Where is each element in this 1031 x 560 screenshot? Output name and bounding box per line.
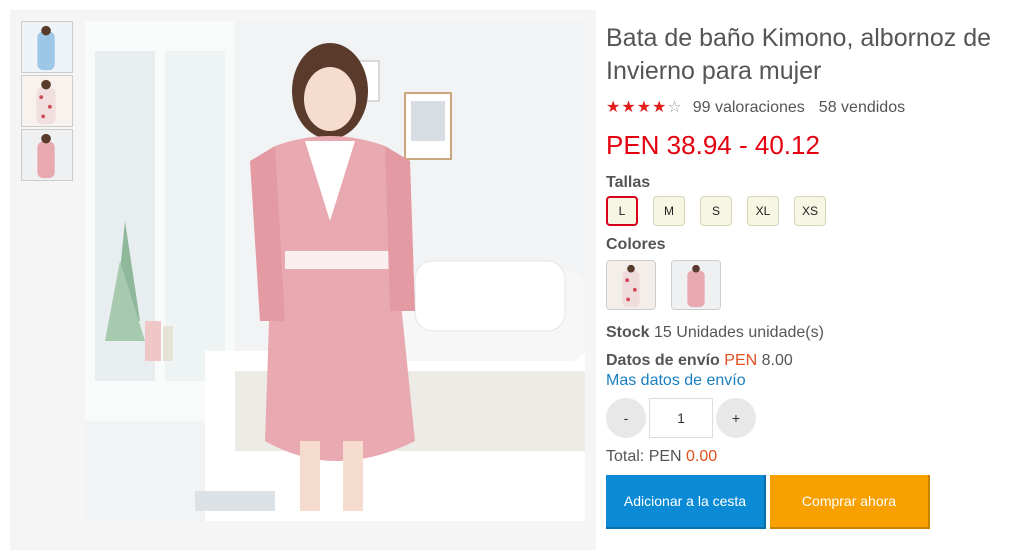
- stock-info: Stock 15 Unidades unidade(s): [606, 324, 1026, 342]
- color-swatch-pink[interactable]: [671, 260, 721, 310]
- size-option-m[interactable]: M: [653, 196, 685, 226]
- more-shipping-link[interactable]: Mas datos de envío: [606, 372, 1026, 390]
- colors-label: Colores: [606, 236, 666, 253]
- color-options: [606, 260, 1026, 310]
- thumbnail-2[interactable]: [21, 75, 73, 127]
- buy-now-button[interactable]: Comprar ahora: [770, 475, 930, 529]
- star-filled-icon: ★: [621, 99, 636, 116]
- product-gallery: [10, 10, 596, 550]
- sold-count: 58 vendidos: [818, 99, 906, 116]
- product-price: PEN 38.94 - 40.12: [606, 130, 820, 160]
- quantity-decrease-button[interactable]: -: [606, 398, 646, 438]
- shipping-amount: 8.00: [761, 352, 793, 369]
- thumbnail-3[interactable]: [21, 129, 73, 181]
- total-label: Total: PEN: [606, 448, 682, 465]
- star-filled-icon: ★: [636, 99, 652, 116]
- shipping-label: Datos de envío: [606, 352, 720, 369]
- total-info: Total: PEN 0.00: [606, 448, 1026, 466]
- size-option-l[interactable]: L: [606, 196, 638, 226]
- rating-stars: ★ ★ ★ ★ ☆: [606, 100, 683, 116]
- stock-label: Stock: [606, 324, 650, 341]
- shipping-info: Datos de envío PEN 8.00: [606, 352, 1026, 370]
- star-empty-icon: ☆: [667, 99, 682, 116]
- size-option-s[interactable]: S: [700, 196, 732, 226]
- main-product-image: [85, 21, 585, 521]
- total-value: 0.00: [686, 448, 718, 465]
- purchase-actions: Adicionar a la cesta Comprar ahora: [606, 475, 1026, 529]
- quantity-input[interactable]: [649, 398, 713, 438]
- star-filled-icon: ★: [652, 99, 667, 116]
- size-option-xs[interactable]: XS: [794, 196, 826, 226]
- size-options: L M S XL XS: [606, 196, 1026, 226]
- color-swatch-floral[interactable]: [606, 260, 656, 310]
- shipping-currency: PEN: [724, 352, 758, 369]
- thumbnail-1[interactable]: [21, 21, 73, 73]
- stock-value: 15 Unidades unidade(s): [654, 324, 824, 341]
- sizes-label: Tallas: [606, 174, 651, 191]
- thumbnail-list: [21, 21, 73, 183]
- product-details: Bata de baño Kimono, albornoz de Inviern…: [606, 22, 1026, 529]
- star-filled-icon: ★: [606, 99, 621, 116]
- quantity-stepper: - +: [606, 398, 1026, 438]
- reviews-count[interactable]: 99 valoraciones: [693, 99, 805, 117]
- quantity-increase-button[interactable]: +: [716, 398, 756, 438]
- rating-row: ★ ★ ★ ★ ☆ 99 valoraciones 58 vendidos: [606, 98, 1026, 118]
- add-to-cart-button[interactable]: Adicionar a la cesta: [606, 475, 766, 529]
- product-title: Bata de baño Kimono, albornoz de Inviern…: [606, 24, 991, 85]
- size-option-xl[interactable]: XL: [747, 196, 779, 226]
